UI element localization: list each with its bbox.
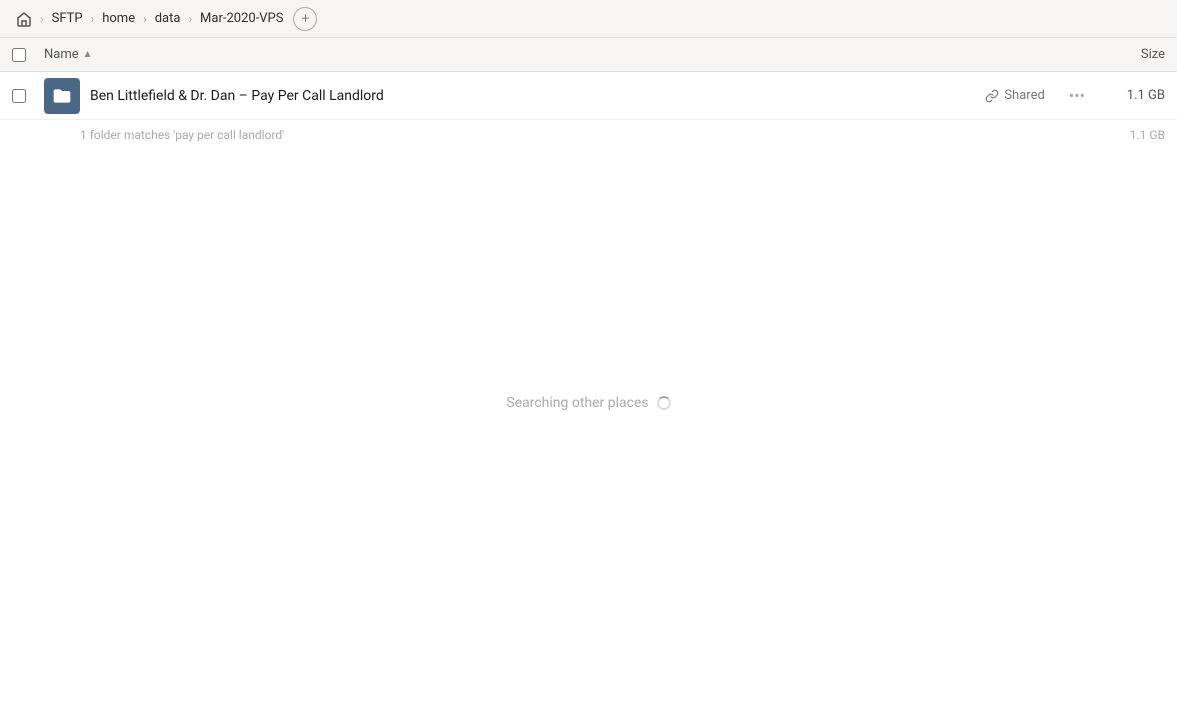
file-folder-icon [44,78,80,114]
add-location-button[interactable]: + [293,7,317,31]
file-size-label: 1.1 GB [1105,88,1165,103]
separator-3: › [143,12,147,26]
searching-other-places: Searching other places [506,395,670,411]
breadcrumb-sftp[interactable]: SFTP [46,8,89,29]
separator-2: › [91,12,95,26]
separator-1: › [40,12,44,26]
file-name-label: Ben Littlefield & Dr. Dan – Pay Per Call… [90,88,985,104]
file-shared-indicator: Shared [985,88,1044,103]
breadcrumb-data[interactable]: data [149,8,187,29]
searching-label: Searching other places [506,395,648,411]
main-container: › SFTP › home › data › Mar-2020-VPS + Na… [0,0,1177,720]
home-button[interactable] [10,5,38,33]
breadcrumb-home[interactable]: home [96,8,141,29]
name-column-header[interactable]: Name ▲ [44,47,1085,62]
searching-area: Searching other places [0,146,1177,720]
file-checkbox[interactable] [12,89,26,103]
select-all-checkbox[interactable] [12,48,26,62]
file-row[interactable]: Ben Littlefield & Dr. Dan – Pay Per Call… [0,72,1177,120]
breadcrumb-mar-2020-vps[interactable]: Mar-2020-VPS [194,8,289,29]
size-column-header: Size [1085,47,1165,62]
content-area: Ben Littlefield & Dr. Dan – Pay Per Call… [0,72,1177,720]
match-info-size: 1.1 GB [1105,128,1165,142]
name-column-label: Name [44,47,79,62]
file-checkbox-container[interactable] [12,89,36,103]
file-more-button[interactable]: ••• [1061,82,1093,109]
column-header: Name ▲ Size [0,38,1177,72]
loading-spinner [657,396,671,410]
select-all-checkbox-container[interactable] [12,48,36,62]
shared-label: Shared [1004,88,1044,103]
match-info-row: 1 folder matches 'pay per call landlord'… [0,120,1177,146]
separator-4: › [188,12,192,26]
match-info-text: 1 folder matches 'pay per call landlord' [80,128,1105,142]
sort-arrow-icon: ▲ [83,49,93,60]
breadcrumb-bar: › SFTP › home › data › Mar-2020-VPS + [0,0,1177,38]
